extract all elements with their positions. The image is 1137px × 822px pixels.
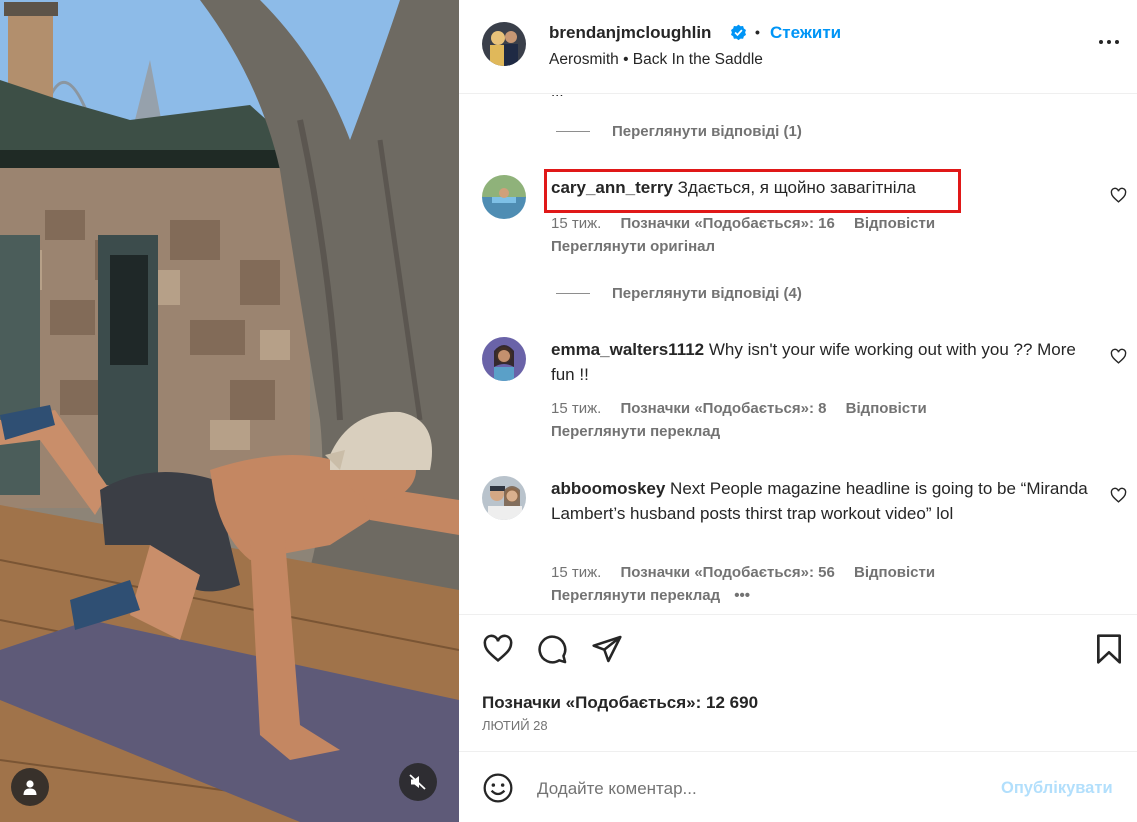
post-header: brendanjmcloughlin • Стежити Aerosmith •…	[459, 0, 1137, 94]
red-highlight-box	[544, 169, 961, 213]
publish-comment-button[interactable]: Опублікувати	[1001, 779, 1113, 798]
see-translation-button[interactable]: Переглянути переклад	[551, 423, 720, 440]
user-icon	[23, 780, 37, 795]
more-options-icon[interactable]	[1097, 30, 1121, 59]
view-replies-label: Переглянути відповіді (4)	[612, 285, 802, 302]
comment-likes[interactable]: Позначки «Подобається»: 8	[620, 400, 826, 417]
post-details-panel: brendanjmcloughlin • Стежити Aerosmith •…	[459, 0, 1137, 822]
commenter-avatar[interactable]	[482, 476, 526, 520]
comment-meta: 15 тиж. Позначки «Подобається»: 56 Відпо…	[551, 564, 950, 581]
comment-time[interactable]: 15 тиж.	[551, 400, 601, 417]
comment-body: emma_walters1112 Why isn't your wife wor…	[551, 337, 1091, 387]
replies-divider	[556, 293, 590, 294]
follow-button[interactable]: Стежити	[770, 23, 841, 43]
comment-likes[interactable]: Позначки «Подобається»: 16	[620, 215, 834, 232]
see-original-button[interactable]: Переглянути оригінал	[551, 238, 715, 255]
reply-button[interactable]: Відповісти	[854, 215, 935, 232]
clipped-comment-text: ...	[551, 95, 564, 100]
comment-like-heart-icon[interactable]	[1110, 348, 1127, 370]
comment-more-options-icon[interactable]: •••	[734, 587, 750, 604]
send-icon[interactable]	[591, 633, 623, 670]
commenter-avatar[interactable]	[482, 175, 526, 219]
comment-time[interactable]: 15 тиж.	[551, 564, 601, 581]
view-replies-button[interactable]: Переглянути відповіді (4)	[556, 285, 802, 302]
comment-composer: Опублікувати	[459, 751, 1137, 822]
comments-list[interactable]: ... Переглянути відповіді (1) cary_ann_t…	[459, 95, 1137, 614]
emoji-icon[interactable]	[482, 772, 514, 809]
workout-video-frame	[0, 0, 459, 822]
muted-speaker-icon	[409, 774, 426, 790]
comment-meta: 15 тиж. Позначки «Подобається»: 16 Відпо…	[551, 215, 950, 232]
post-actions-bar: Позначки «Подобається»: 12 690 ЛЮТИЙ 28	[459, 614, 1137, 751]
comment-meta: 15 тиж. Позначки «Подобається»: 8 Відпов…	[551, 400, 942, 417]
mute-toggle-button[interactable]	[399, 763, 437, 801]
view-replies-label: Переглянути відповіді (1)	[612, 123, 802, 140]
see-translation-button[interactable]: Переглянути переклад	[551, 587, 720, 604]
view-replies-button[interactable]: Переглянути відповіді (1)	[556, 123, 802, 140]
commenter-username[interactable]: emma_walters1112	[551, 340, 704, 359]
audio-track-link[interactable]: Aerosmith • Back In the Saddle	[549, 51, 763, 69]
comment-like-heart-icon[interactable]	[1110, 487, 1127, 509]
comment-sub-actions: Переглянути переклад •••	[551, 587, 750, 604]
author-username[interactable]: brendanjmcloughlin	[549, 23, 711, 43]
comment-like-heart-icon[interactable]	[1110, 187, 1127, 209]
comment-time[interactable]: 15 тиж.	[551, 215, 601, 232]
commenter-username[interactable]: abboomoskey	[551, 479, 665, 498]
comment-body: abboomoskey Next People magazine headlin…	[551, 476, 1091, 526]
reply-button[interactable]: Відповісти	[854, 564, 935, 581]
reply-button[interactable]: Відповісти	[846, 400, 927, 417]
post-date[interactable]: ЛЮТИЙ 28	[482, 718, 548, 733]
header-separator: •	[755, 24, 760, 40]
comment-icon[interactable]	[536, 633, 568, 670]
verified-badge-icon	[730, 24, 747, 46]
comment-item: emma_walters1112 Why isn't your wife wor…	[482, 337, 1127, 457]
comment-likes[interactable]: Позначки «Подобається»: 56	[620, 564, 834, 581]
comment-input[interactable]	[537, 774, 977, 804]
bookmark-icon[interactable]	[1094, 633, 1124, 670]
post-likes-count[interactable]: Позначки «Подобається»: 12 690	[482, 693, 758, 713]
commenter-avatar[interactable]	[482, 337, 526, 381]
author-avatar[interactable]	[482, 22, 526, 66]
comment-item: abboomoskey Next People magazine headlin…	[482, 476, 1127, 614]
heart-icon[interactable]	[482, 633, 514, 670]
tagged-users-button[interactable]	[11, 768, 49, 806]
replies-divider	[556, 131, 590, 132]
post-media[interactable]	[0, 0, 459, 822]
